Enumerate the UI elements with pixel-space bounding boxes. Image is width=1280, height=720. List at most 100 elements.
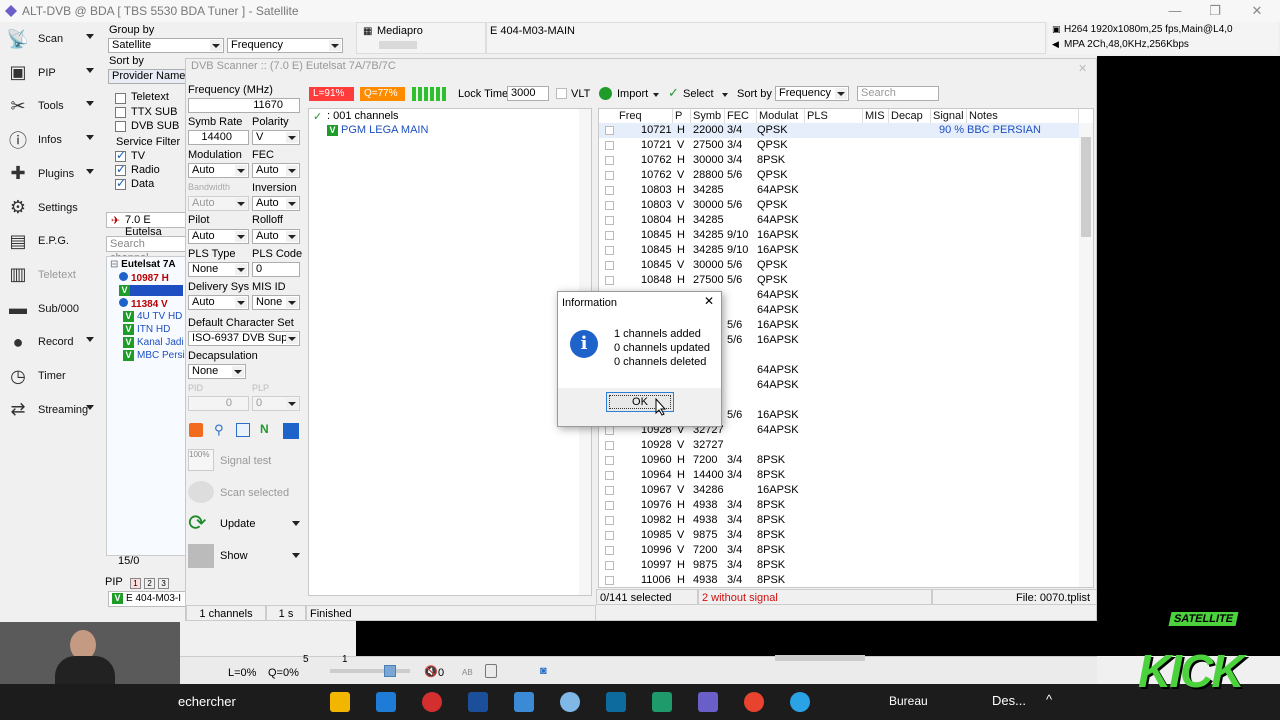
transponder-row[interactable]: 11006 H 4938 3/4 8PSK bbox=[599, 573, 1079, 588]
magnifier-icon[interactable]: ⚲ bbox=[214, 422, 224, 438]
provider-select[interactable]: Provider Name bbox=[108, 69, 186, 84]
tree-channel-item[interactable]: V PGM LEGA MAIN bbox=[327, 124, 589, 138]
update-dropdown-icon[interactable] bbox=[292, 521, 300, 526]
tree-item[interactable]: V Kanal Jadi bbox=[123, 337, 187, 348]
chart-icon[interactable] bbox=[236, 423, 250, 437]
update-button[interactable]: ⟳ Update bbox=[186, 510, 304, 538]
nav-item-scan[interactable]: 📡 Scan bbox=[4, 24, 102, 54]
show-dropdown-icon[interactable] bbox=[292, 553, 300, 558]
transponder-row[interactable]: 10960 H 7200 3/4 8PSK bbox=[599, 453, 1079, 468]
row-checkbox[interactable] bbox=[605, 186, 614, 195]
tv-checkbox[interactable] bbox=[115, 148, 126, 162]
transponder-row[interactable]: 10804 H 34285 64APSK bbox=[599, 213, 1079, 228]
column-header[interactable]: Notes bbox=[967, 109, 1079, 123]
mute-icon[interactable]: 🔇 bbox=[424, 665, 438, 678]
fec-select[interactable]: Auto bbox=[252, 163, 300, 178]
row-checkbox[interactable] bbox=[605, 531, 614, 540]
bandwidth-select[interactable]: Auto bbox=[188, 196, 249, 211]
app-light-icon[interactable] bbox=[560, 692, 580, 712]
group-by-select[interactable]: Satellite bbox=[108, 38, 224, 53]
scan-selected-button[interactable]: Scan selected bbox=[186, 479, 304, 507]
nav-item-record[interactable]: ● Record bbox=[4, 327, 102, 357]
chrome-icon[interactable] bbox=[744, 692, 764, 712]
nav-item-plugins[interactable]: ✚ Plugins bbox=[4, 159, 102, 189]
tray-chevron-icon[interactable]: ^ bbox=[1046, 692, 1052, 707]
tree-item[interactable]: 10987 H bbox=[119, 272, 183, 284]
satellite-tab[interactable]: ✈ 7.0 E Eutelsa bbox=[106, 212, 186, 238]
chevron-down-icon[interactable] bbox=[86, 404, 94, 410]
row-checkbox[interactable] bbox=[605, 216, 614, 225]
list-scrollbar[interactable] bbox=[1079, 123, 1093, 587]
seek-bar[interactable] bbox=[775, 655, 865, 661]
radio-checkbox[interactable] bbox=[115, 162, 126, 176]
nav-item-sub-000[interactable]: ▬ Sub/000 bbox=[4, 294, 102, 324]
rss-icon[interactable] bbox=[189, 423, 203, 437]
show-button[interactable]: Show bbox=[186, 542, 304, 570]
dvb-sub-checkbox[interactable] bbox=[115, 121, 126, 132]
delivery-sys-select[interactable]: Auto bbox=[188, 295, 249, 310]
transponder-row[interactable]: 10964 H 14400 3/4 8PSK bbox=[599, 468, 1079, 483]
row-checkbox[interactable] bbox=[605, 231, 614, 240]
column-header[interactable]: Signal bbox=[931, 109, 967, 123]
export-icon[interactable] bbox=[283, 423, 299, 439]
tree-item[interactable]: VE 404-M0 bbox=[119, 285, 183, 296]
nav-item-streaming[interactable]: ⇄ Streaming bbox=[4, 395, 102, 425]
tree-root-satellite[interactable]: ⊟ Eutelsat 7A bbox=[110, 259, 176, 270]
transponder-row[interactable]: 10803 H 34285 64APSK bbox=[599, 183, 1079, 198]
modulation-select[interactable]: Auto bbox=[188, 163, 249, 178]
pip-slot-buttons[interactable]: 1 2 3 bbox=[130, 577, 174, 589]
signal-test-button[interactable]: 100% Signal test bbox=[186, 447, 304, 475]
column-header[interactable]: FEC bbox=[725, 109, 757, 123]
lock-time-input[interactable]: 3000 bbox=[507, 86, 549, 101]
ttx-sub-checkbox[interactable] bbox=[115, 107, 126, 118]
column-header[interactable]: MIS bbox=[863, 109, 889, 123]
close-button[interactable]: ✕ bbox=[1237, 0, 1277, 22]
row-checkbox[interactable] bbox=[605, 471, 614, 480]
nav-item-settings[interactable]: ⚙ Settings bbox=[4, 193, 102, 223]
column-header[interactable]: Modulat bbox=[757, 109, 805, 123]
volume-slider[interactable] bbox=[330, 665, 410, 677]
row-checkbox[interactable] bbox=[605, 246, 614, 255]
row-checkbox[interactable] bbox=[605, 276, 614, 285]
nav-item-infos[interactable]: ⓘ Infos bbox=[4, 125, 102, 155]
transponder-row[interactable]: 10985 V 9875 3/4 8PSK bbox=[599, 528, 1079, 543]
select-button[interactable]: ✓ Select bbox=[668, 85, 732, 102]
row-checkbox[interactable] bbox=[605, 486, 614, 495]
row-checkbox[interactable] bbox=[605, 546, 614, 555]
vlt-checkbox[interactable] bbox=[556, 88, 567, 99]
row-checkbox[interactable] bbox=[605, 426, 614, 435]
transponder-row[interactable]: 10762 H 30000 3/4 8PSK bbox=[599, 153, 1079, 168]
taskbar-search[interactable]: echercher bbox=[178, 694, 236, 709]
row-checkbox[interactable] bbox=[605, 141, 614, 150]
row-checkbox[interactable] bbox=[605, 156, 614, 165]
calculator-icon[interactable] bbox=[606, 692, 626, 712]
n-icon[interactable]: N bbox=[260, 422, 269, 436]
tree-item[interactable]: V MBC Persi bbox=[123, 350, 187, 361]
transponder-row[interactable]: 10845 H 34285 9/10 16APSK bbox=[599, 228, 1079, 243]
transponder-row[interactable]: 10845 V 30000 5/6 QPSK bbox=[599, 258, 1079, 273]
row-checkbox[interactable] bbox=[605, 501, 614, 510]
row-checkbox[interactable] bbox=[605, 576, 614, 585]
column-header[interactable]: Decap bbox=[889, 109, 931, 123]
row-checkbox[interactable] bbox=[605, 261, 614, 270]
chevron-down-icon[interactable] bbox=[86, 101, 94, 107]
plp-select[interactable]: 0 bbox=[252, 396, 300, 411]
transponder-row[interactable]: 10845 H 34285 9/10 16APSK bbox=[599, 243, 1079, 258]
pid-input[interactable]: 0 bbox=[188, 396, 249, 411]
chevron-down-icon[interactable] bbox=[86, 34, 94, 39]
bureau-label[interactable]: Bureau bbox=[889, 694, 928, 708]
transponder-row[interactable]: 10976 H 4938 3/4 8PSK bbox=[599, 498, 1079, 513]
chevron-down-icon[interactable] bbox=[86, 337, 94, 343]
inversion-select[interactable]: Auto bbox=[252, 196, 300, 211]
symb-rate-input[interactable]: 14400 bbox=[188, 130, 249, 145]
column-header[interactable]: Freq (MHz) bbox=[617, 109, 673, 136]
row-checkbox[interactable] bbox=[605, 201, 614, 210]
row-checkbox[interactable] bbox=[605, 171, 614, 180]
tree-item[interactable]: 11384 V bbox=[119, 298, 183, 310]
store-icon[interactable] bbox=[376, 692, 396, 712]
app-blue-icon[interactable] bbox=[468, 692, 488, 712]
transponder-row[interactable]: 10928 V 32727 bbox=[599, 438, 1079, 453]
pls-code-input[interactable]: 0 bbox=[252, 262, 300, 277]
tree-item[interactable]: V ITN HD bbox=[123, 324, 187, 335]
polarity-select[interactable]: V bbox=[252, 130, 300, 145]
